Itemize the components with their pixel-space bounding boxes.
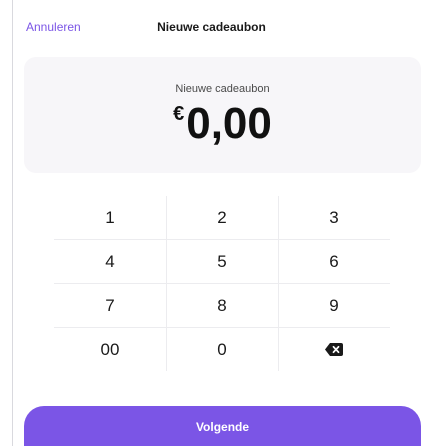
amount-number: 0,00 xyxy=(186,99,272,148)
left-divider xyxy=(12,0,13,446)
amount-card: Nieuwe cadeaubon €0,00 xyxy=(24,57,421,173)
next-button-label: Volgende xyxy=(195,420,250,434)
key-6[interactable]: 6 xyxy=(278,240,390,283)
key-7[interactable]: 7 xyxy=(54,284,166,327)
key-2[interactable]: 2 xyxy=(166,196,278,239)
numeric-keypad: 1 2 3 4 5 6 7 8 9 00 0 xyxy=(54,196,390,371)
currency-symbol: € xyxy=(173,103,185,125)
key-9[interactable]: 9 xyxy=(278,284,390,327)
header: Annuleren Nieuwe cadeaubon xyxy=(0,0,423,52)
key-00[interactable]: 00 xyxy=(54,328,166,371)
backspace-button[interactable] xyxy=(278,328,390,371)
amount-label: Nieuwe cadeaubon xyxy=(175,83,270,95)
key-8[interactable]: 8 xyxy=(166,284,278,327)
key-4[interactable]: 4 xyxy=(54,240,166,283)
key-1[interactable]: 1 xyxy=(54,196,166,239)
key-0[interactable]: 0 xyxy=(166,328,278,371)
next-button[interactable]: Volgende xyxy=(24,406,421,446)
page-title: Nieuwe cadeaubon xyxy=(157,20,266,34)
backspace-icon xyxy=(325,343,343,356)
key-5[interactable]: 5 xyxy=(166,240,278,283)
key-3[interactable]: 3 xyxy=(278,196,390,239)
amount-value: €0,00 xyxy=(24,99,421,149)
